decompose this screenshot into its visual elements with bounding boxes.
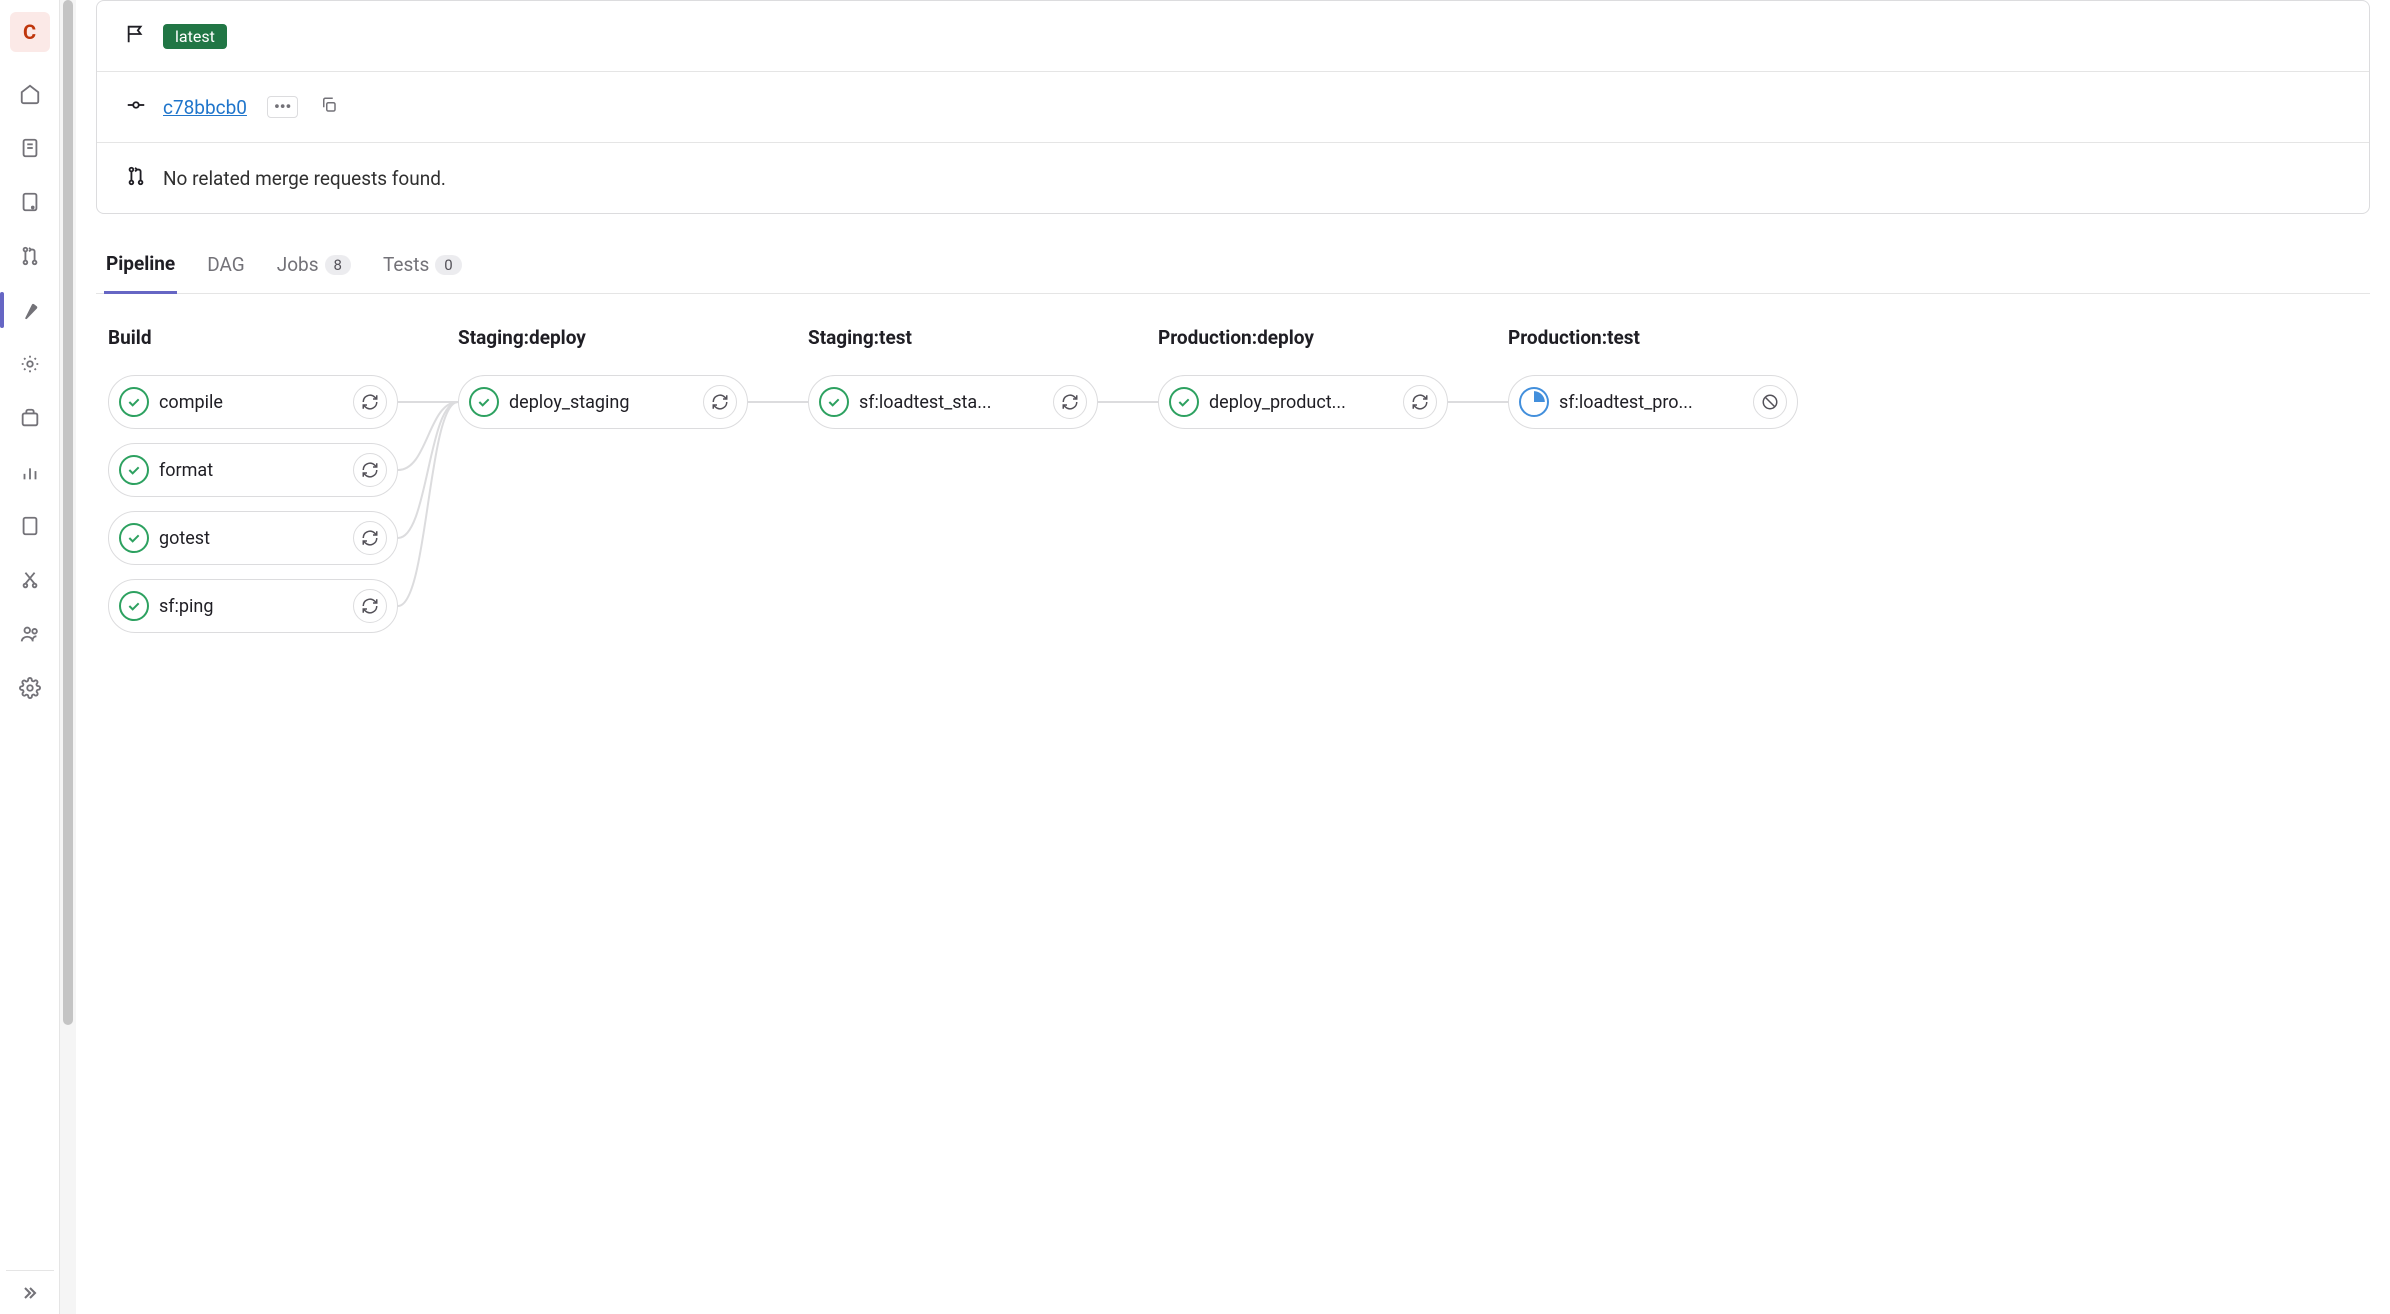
jobs-count-badge: 8 (325, 255, 351, 275)
pipeline-tabs: Pipeline DAG Jobs 8 Tests 0 (96, 242, 2370, 294)
sidebar-item-repository[interactable] (6, 126, 54, 170)
commit-icon (125, 94, 147, 120)
stage-title: Production:test (1508, 326, 1798, 349)
stage: Staging:deploy deploy_staging (458, 326, 748, 647)
merge-request-icon (125, 165, 147, 191)
tab-label: Jobs (277, 253, 319, 276)
status-running-icon (1519, 387, 1549, 417)
tests-count-badge: 0 (435, 255, 461, 275)
status-success-icon (469, 387, 499, 417)
job-name: compile (159, 392, 343, 413)
tab-label: Pipeline (106, 252, 175, 275)
job-pill[interactable]: format (108, 443, 398, 497)
merge-request-text: No related merge requests found. (163, 167, 446, 190)
sidebar-item-analytics[interactable] (6, 450, 54, 494)
sidebar: C (0, 0, 60, 1314)
tab-label: DAG (207, 253, 245, 276)
merge-request-row: No related merge requests found. (97, 143, 2369, 213)
avatar-letter: C (23, 20, 36, 44)
tab-jobs[interactable]: Jobs 8 (275, 242, 353, 293)
pipeline-graph: Build compile format gotest sf:ping Staging:d… (96, 294, 2370, 679)
status-badge: latest (163, 24, 227, 49)
job-pill[interactable]: sf:ping (108, 579, 398, 633)
commit-row: c78bbcb0 ••• (97, 72, 2369, 143)
job-name: format (159, 460, 343, 481)
job-pill[interactable]: deploy_product... (1158, 375, 1448, 429)
job-name: sf:ping (159, 596, 343, 617)
job-pill[interactable]: compile (108, 375, 398, 429)
pipeline-flags-row: latest (97, 1, 2369, 72)
sidebar-item-wiki[interactable] (6, 504, 54, 548)
job-pill[interactable]: sf:loadtest_pro... (1508, 375, 1798, 429)
tab-label: Tests (383, 253, 429, 276)
retry-button[interactable] (353, 453, 387, 487)
sidebar-item-members[interactable] (6, 612, 54, 656)
retry-button[interactable] (353, 521, 387, 555)
job-pill[interactable]: sf:loadtest_sta... (808, 375, 1098, 429)
retry-button[interactable] (353, 589, 387, 623)
status-success-icon (819, 387, 849, 417)
sidebar-expand-button[interactable] (6, 1270, 54, 1314)
job-name: sf:loadtest_sta... (859, 392, 1043, 413)
cancel-button[interactable] (1753, 385, 1787, 419)
status-success-icon (119, 387, 149, 417)
sidebar-item-settings[interactable] (6, 666, 54, 710)
job-name: deploy_product... (1209, 392, 1393, 413)
retry-button[interactable] (1403, 385, 1437, 419)
sidebar-item-deployments[interactable] (6, 342, 54, 386)
tab-pipeline[interactable]: Pipeline (104, 242, 177, 294)
stage-title: Staging:test (808, 326, 1098, 349)
flag-icon (125, 23, 147, 49)
status-success-icon (119, 455, 149, 485)
tab-dag[interactable]: DAG (205, 242, 247, 293)
stage: Build compile format gotest sf:ping (108, 326, 398, 647)
retry-button[interactable] (1053, 385, 1087, 419)
sidebar-item-packages[interactable] (6, 396, 54, 440)
job-pill[interactable]: deploy_staging (458, 375, 748, 429)
stage-title: Staging:deploy (458, 326, 748, 349)
commit-expand-button[interactable]: ••• (267, 96, 298, 118)
stage: Staging:test sf:loadtest_sta... (808, 326, 1098, 647)
status-success-icon (119, 591, 149, 621)
sidebar-item-cicd[interactable] (6, 288, 54, 332)
stage: Production:test sf:loadtest_pro... (1508, 326, 1798, 647)
stage-title: Build (108, 326, 398, 349)
retry-button[interactable] (353, 385, 387, 419)
commit-sha-link[interactable]: c78bbcb0 (163, 96, 247, 119)
project-avatar[interactable]: C (10, 12, 50, 52)
copy-sha-button[interactable] (320, 96, 338, 118)
scrollbar-track[interactable] (60, 0, 76, 1314)
stage-title: Production:deploy (1158, 326, 1448, 349)
status-success-icon (1169, 387, 1199, 417)
pipeline-header-card: latest c78bbcb0 ••• No related merge req… (96, 0, 2370, 214)
sidebar-item-home[interactable] (6, 72, 54, 116)
job-name: sf:loadtest_pro... (1559, 392, 1743, 413)
status-success-icon (119, 523, 149, 553)
sidebar-item-snippets[interactable] (6, 558, 54, 602)
stage: Production:deploy deploy_product... (1158, 326, 1448, 647)
tab-tests[interactable]: Tests 0 (381, 242, 464, 293)
scrollbar-thumb[interactable] (63, 0, 73, 1025)
job-name: deploy_staging (509, 392, 693, 413)
job-pill[interactable]: gotest (108, 511, 398, 565)
sidebar-item-issues[interactable] (6, 180, 54, 224)
retry-button[interactable] (703, 385, 737, 419)
sidebar-item-merge-requests[interactable] (6, 234, 54, 278)
job-name: gotest (159, 528, 343, 549)
main-content: latest c78bbcb0 ••• No related merge req… (76, 0, 2390, 1314)
